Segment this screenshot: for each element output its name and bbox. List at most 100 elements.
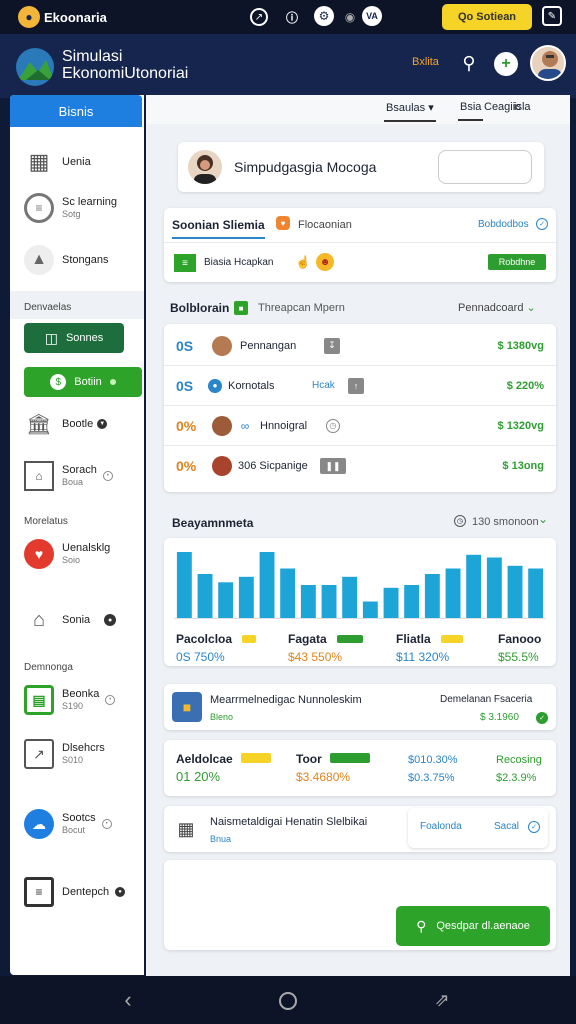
sidebar-item-label: Stongans bbox=[62, 254, 109, 266]
row-pct: 0S bbox=[176, 337, 194, 354]
sidebar-item-sonia[interactable]: ⌂ Sonia ● bbox=[10, 605, 144, 635]
promo-pill-left: Foalonda bbox=[420, 821, 462, 832]
promo-pill[interactable]: Foalonda Sacal ✓ bbox=[408, 808, 548, 848]
badge-icon: ● bbox=[115, 887, 126, 897]
stat-value: 01 20% bbox=[176, 769, 221, 784]
pause-icon: ❚❚ bbox=[320, 458, 346, 474]
sidebar-item-dentepch[interactable]: ≡ Dentepch ● bbox=[10, 877, 144, 907]
status-dot-icon bbox=[109, 379, 116, 385]
chart-bar bbox=[445, 568, 461, 618]
list-dropdown[interactable]: Pennadcoard ⌄ bbox=[458, 301, 536, 314]
sidebar: Bisnis ▦ Uenia ≡ Sc learning Sotg ▲ Stong… bbox=[10, 95, 144, 975]
tab-bsia[interactable]: Bsia bbox=[458, 101, 484, 121]
search-icon[interactable]: ⚲ bbox=[458, 52, 480, 74]
mountain-logo-icon bbox=[16, 48, 54, 86]
promo-card[interactable]: ▦ Naismetaldigai Henatin Slelbikai Bnua … bbox=[164, 806, 556, 852]
sidebar-item-sonnes[interactable]: ◫ Sonnes bbox=[24, 323, 124, 353]
recents-icon[interactable]: ⇗ bbox=[432, 990, 452, 1010]
back-icon[interactable]: ‹ bbox=[118, 987, 138, 1012]
header-title-line1: Simulasi bbox=[62, 48, 123, 65]
sidebar-section-title: Denvaelas bbox=[24, 302, 72, 313]
document-icon: ▤ bbox=[24, 685, 54, 715]
sidebar-item-learning[interactable]: ≡ Sc learning Sotg bbox=[10, 191, 144, 225]
coin-icon: $ bbox=[50, 374, 67, 390]
summary-link[interactable]: Bobdodbos bbox=[478, 219, 529, 230]
row-name: Hnnoigral bbox=[260, 419, 308, 432]
chart-bar bbox=[528, 568, 544, 618]
list-item[interactable]: 0S Pennangan ↧ $ 1380vg bbox=[164, 326, 556, 366]
sidebar-item-uenalsklg[interactable]: ♥ Uenalsklg Soio bbox=[10, 537, 144, 571]
sidebar-item-beonka[interactable]: ▤ Beonka S190 • bbox=[10, 683, 144, 717]
status-bar: ● Ekoonaria ↗ ⓘ ⚙ ◉ VA Qo Sotiean ✎ bbox=[0, 0, 576, 34]
table-icon: ◫ bbox=[44, 329, 58, 346]
menu-icon[interactable]: ✎ bbox=[542, 6, 562, 26]
stat-tag-icon bbox=[337, 635, 364, 643]
main-content: Simpudgasgia Mocoga Soonian Sliemia ♥ Fl… bbox=[146, 124, 570, 976]
user-badge-icon[interactable]: VA bbox=[362, 6, 382, 26]
stat-label: Fliatla bbox=[396, 632, 431, 646]
sidebar-item-stongans[interactable]: ▲ Stongans bbox=[10, 243, 144, 277]
sidebar-tab-bisnis[interactable]: Bisnis bbox=[10, 95, 142, 127]
chart-bar bbox=[383, 587, 399, 618]
chart-meta[interactable]: 130 smonoon bbox=[472, 516, 539, 528]
stat-tag-icon bbox=[242, 635, 257, 643]
settings-icon[interactable]: ⚙ bbox=[314, 6, 334, 26]
sidebar-item-label: Dlsehcrs S010 bbox=[62, 742, 105, 765]
bank-icon: 🏛 bbox=[26, 413, 52, 436]
cta-label: Qesdpar dl.aenaoe bbox=[436, 920, 530, 932]
chart-bar bbox=[321, 585, 337, 618]
chart-stat: Fliatla $11 320% bbox=[396, 630, 464, 666]
avatar[interactable] bbox=[530, 45, 566, 81]
shield-icon[interactable]: ◉ bbox=[342, 8, 358, 26]
tab-bsaulas[interactable]: Bsaulas ▾ bbox=[384, 101, 436, 122]
chevron-down-icon[interactable]: ⌄ bbox=[538, 512, 548, 526]
compass-icon[interactable]: ↗ bbox=[250, 8, 268, 26]
list-card: 0S Pennangan ↧ $ 1380vg 0S ● Kornotals H… bbox=[164, 324, 556, 492]
list-item[interactable]: 0S ● Kornotals Hcak ↑ $ 220% bbox=[164, 366, 556, 406]
promo-card[interactable]: ■ Mearrmelnedigac Nunnoleskim Bleno Deme… bbox=[164, 684, 556, 730]
cloud-icon: ☁ bbox=[24, 809, 54, 839]
stat-value: $0.3.75% bbox=[408, 772, 455, 784]
sidebar-item-bootle[interactable]: 🏛 Bootle ▼ bbox=[10, 409, 144, 439]
summary-title: Soonian Sliemia bbox=[172, 218, 265, 239]
header-badge[interactable]: Bxlita bbox=[412, 56, 439, 68]
list-item[interactable]: 0% ∞ Hnnoigral ◷ $ 1320vg bbox=[164, 406, 556, 446]
chart-bar bbox=[466, 554, 482, 618]
sidebar-item-label: Uenia bbox=[62, 156, 91, 168]
chevron-down-icon: ⌄ bbox=[526, 302, 536, 314]
row-value: $ 1320vg bbox=[497, 419, 544, 432]
cta-button[interactable]: ⚲ Qesdpar dl.aenaoe bbox=[396, 906, 550, 946]
export-icon: ↗ bbox=[24, 739, 54, 769]
cash-icon: ≡ bbox=[174, 254, 196, 272]
app-logo-icon: ● bbox=[18, 6, 40, 28]
chart-axis bbox=[174, 618, 546, 619]
action-button[interactable]: Qo Sotiean bbox=[442, 4, 532, 30]
info-icon[interactable]: ⓘ bbox=[284, 8, 300, 26]
chart-bar bbox=[362, 601, 378, 618]
sidebar-item-sorach[interactable]: ⌂ Sorach Boua • bbox=[10, 459, 144, 493]
stat-label: Aeldolcae bbox=[176, 752, 233, 766]
clock-icon: ◷ bbox=[454, 515, 466, 527]
add-icon[interactable]: + bbox=[494, 52, 518, 76]
more-icon: • bbox=[102, 471, 113, 481]
home-icon[interactable] bbox=[279, 992, 297, 1010]
list-subtitle: Threapcan Mpern bbox=[258, 302, 345, 314]
flame-icon: ▲ bbox=[24, 245, 54, 275]
profile-search-input[interactable] bbox=[438, 150, 532, 184]
sidebar-item-botiin[interactable]: $ Botiin bbox=[24, 367, 142, 397]
tab-isla[interactable]: isla bbox=[514, 101, 531, 113]
sidebar-item-dlsehcrs[interactable]: ↗ Dlsehcrs S010 bbox=[10, 737, 144, 771]
search-icon: ⚲ bbox=[416, 917, 427, 934]
sidebar-item-sootcs[interactable]: ☁ Sootcs Bocut • bbox=[10, 807, 144, 841]
avatar bbox=[212, 415, 232, 436]
sidebar-item-label: Dentepch bbox=[62, 886, 110, 898]
stat-item: Toor $3.4680% bbox=[296, 750, 371, 786]
top-nav: Bsaulas ▾ Bsia Ceagiic isla bbox=[146, 95, 570, 124]
summary-row-button[interactable]: Robdhne bbox=[488, 254, 546, 270]
sidebar-section-title: Morelatus bbox=[24, 516, 68, 527]
sidebar-item-uenia[interactable]: ▦ Uenia bbox=[10, 145, 144, 179]
stat-tag-icon bbox=[241, 753, 272, 763]
row-pct: 0% bbox=[176, 417, 197, 434]
list-item[interactable]: 0% 306 Sicpanige ❚❚ $ 13ong bbox=[164, 446, 556, 486]
tag-icon: ■ bbox=[234, 301, 248, 315]
